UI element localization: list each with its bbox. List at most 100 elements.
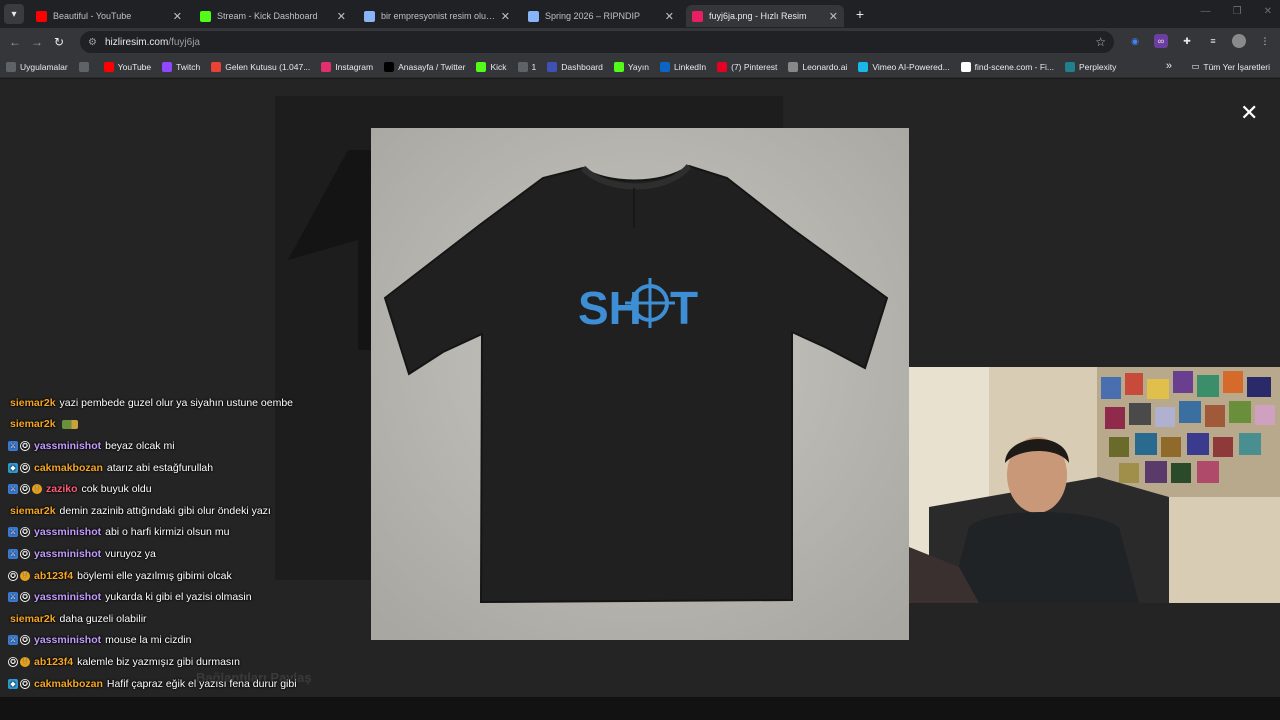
- chat-username[interactable]: ab123f4: [34, 656, 73, 668]
- tab-close-icon[interactable]: ✕: [501, 10, 510, 23]
- chat-username[interactable]: ab123f4: [34, 570, 73, 582]
- bookmark-item[interactable]: [78, 61, 93, 72]
- chat-username[interactable]: cakmakbozan: [34, 462, 103, 474]
- browser-tab[interactable]: fuyj6ja.png - Hızlı Resim ✕: [686, 5, 844, 27]
- profile-avatar[interactable]: [1232, 34, 1246, 48]
- browser-tab[interactable]: Stream - Kick Dashboard ✕: [194, 5, 352, 27]
- chevron-down-icon: ▾: [11, 8, 17, 20]
- chat-message: ⚔ ✪ yassminishot vuruyoz ya: [0, 543, 480, 565]
- tab-close-icon[interactable]: ✕: [665, 10, 674, 23]
- browser-tab[interactable]: Beautiful - YouTube ✕: [30, 5, 188, 27]
- chat-text: böylemi elle yazılmış gibimi olcak: [77, 569, 232, 582]
- tab-favicon-icon: [528, 10, 539, 22]
- perplexity-icon: [1065, 61, 1076, 72]
- verified-badge-icon: ✪: [20, 678, 30, 689]
- bookmark-item[interactable]: Vimeo AI-Powered...: [858, 61, 950, 72]
- kick-icon: [613, 61, 624, 72]
- chat-text: abi o harfi kirmizi olsun mu: [105, 526, 230, 539]
- browser-tab[interactable]: bir empresyonist resim oluştur ✕: [358, 5, 516, 27]
- bookmark-item[interactable]: Yayın: [613, 61, 649, 72]
- subscriber-badge-icon: !: [32, 484, 42, 495]
- bookmark-item[interactable]: Anasayfa / Twitter: [384, 61, 465, 72]
- bookmark-label: 1: [531, 61, 537, 72]
- new-tab-button[interactable]: +: [850, 4, 870, 24]
- chat-text: demin zazinib attığındaki gibi olur önde…: [59, 504, 271, 517]
- tab-search-button[interactable]: ▾: [4, 4, 24, 24]
- tab-close-icon[interactable]: ✕: [173, 10, 182, 23]
- bookmark-item[interactable]: Instagram: [321, 61, 373, 72]
- chat-username[interactable]: yassminishot: [34, 440, 101, 452]
- back-button[interactable]: ←: [4, 35, 26, 49]
- bookmark-item[interactable]: Perplexity: [1065, 61, 1116, 72]
- bookmark-label: LinkedIn: [673, 61, 707, 72]
- chat-username[interactable]: yassminishot: [34, 548, 101, 560]
- close-viewer-button[interactable]: ✕: [1240, 102, 1258, 124]
- x-icon: [384, 61, 395, 72]
- bookmark-item[interactable]: Dashboard: [547, 61, 603, 72]
- chat-username[interactable]: siemar2k: [10, 397, 56, 409]
- chat-text: kalemle biz yazmışız gibi durmasın: [77, 655, 240, 668]
- kick-icon: [476, 61, 487, 72]
- bookmark-item[interactable]: Gelen Kutusu (1.047...: [211, 61, 311, 72]
- window-controls: — ❐ ✕: [1201, 6, 1272, 17]
- chat-username[interactable]: yassminishot: [34, 591, 101, 603]
- chat-username[interactable]: siemar2k: [10, 505, 56, 517]
- stream-chat-overlay: siemar2k yazi pembede guzel olur ya siyah…: [0, 392, 480, 716]
- bookmark-item[interactable]: Kick: [476, 61, 507, 72]
- tab-favicon-icon: [364, 10, 375, 22]
- chat-message: ⚔ ✪ yassminishot beyaz olcak mi: [0, 435, 480, 457]
- browser-tab[interactable]: Spring 2026 – RIPNDIP ✕: [522, 5, 680, 27]
- bookmark-item[interactable]: 1: [517, 61, 537, 72]
- chat-text: atarız abi estağfurullah: [106, 461, 214, 474]
- bookmark-star-icon[interactable]: ☆: [1095, 35, 1106, 49]
- tab-title: bir empresyonist resim oluştur: [381, 11, 497, 21]
- chat-username[interactable]: yassminishot: [34, 526, 101, 538]
- kebab-menu-icon[interactable]: ⋮: [1258, 34, 1272, 48]
- chat-message: ⚔ ✪ yassminishot abi o harfi kirmizi olsun …: [0, 522, 480, 544]
- bookmark-item[interactable]: Twitch: [162, 61, 200, 72]
- chat-username[interactable]: siemar2k: [10, 418, 56, 430]
- bookmark-item[interactable]: Leonardo.ai: [788, 61, 847, 72]
- gun-emote-icon: [61, 419, 78, 429]
- forward-button[interactable]: →: [26, 35, 48, 49]
- tab-favicon-icon: [36, 10, 47, 22]
- gift-badge-icon: ◆: [8, 678, 18, 689]
- bookmark-item[interactable]: Uygulamalar: [6, 61, 68, 72]
- chat-message: ◆ ✪ cakmakbozan atarız abi estağfurullah: [0, 457, 480, 479]
- address-bar[interactable]: ⚙ hizliresim.com/fuyj6ja ☆: [80, 31, 1114, 53]
- restore-icon[interactable]: ❐: [1233, 6, 1242, 17]
- chat-username[interactable]: zaziko: [46, 483, 78, 495]
- all-bookmarks-button[interactable]: ▭ Tüm Yer İşaretleri: [1191, 61, 1270, 72]
- bookmark-label: Gelen Kutusu (1.047...: [225, 61, 311, 72]
- chat-username[interactable]: cakmakbozan: [34, 678, 103, 690]
- audio-extension-icon[interactable]: ◉: [1128, 34, 1142, 48]
- chat-message: siemar2k daha guzeli olabilir: [0, 608, 480, 630]
- tab-title: fuyj6ja.png - Hızlı Resim: [709, 11, 807, 21]
- close-window-icon[interactable]: ✕: [1264, 6, 1272, 17]
- bookmark-label: Kick: [490, 61, 507, 72]
- screen: ▾ Beautiful - YouTube ✕ Stream - Kick Dash…: [0, 0, 1280, 720]
- bookmark-item[interactable]: YouTube: [103, 61, 151, 72]
- site-info-icon[interactable]: ⚙: [88, 37, 97, 48]
- instagram-icon: [321, 61, 332, 72]
- chat-text: mouse la mi cizdin: [105, 634, 192, 647]
- chat-text: yukarda ki gibi el yazisi olmasin: [105, 591, 252, 604]
- bookmark-item[interactable]: (7) Pinterest: [717, 61, 777, 72]
- chat-username[interactable]: yassminishot: [34, 634, 101, 646]
- chat-username[interactable]: siemar2k: [10, 613, 56, 625]
- chat-text: daha guzeli olabilir: [59, 612, 147, 625]
- chat-message: ✪! ab123f4 kalemle biz yazmışız gibi durma…: [0, 651, 480, 673]
- bookmark-item[interactable]: LinkedIn: [659, 61, 707, 72]
- tab-close-icon[interactable]: ✕: [337, 10, 346, 23]
- puzzle-extensions-icon[interactable]: ✚: [1180, 34, 1194, 48]
- moderator-badge-icon: ⚔: [8, 592, 18, 603]
- bookmark-item[interactable]: find-scene.com - Fi...: [960, 61, 1054, 72]
- tab-favicon-icon: [692, 10, 703, 22]
- reload-button[interactable]: ↻: [48, 35, 70, 49]
- minimize-icon[interactable]: —: [1201, 6, 1211, 17]
- tab-close-icon[interactable]: ✕: [829, 10, 838, 23]
- reading-list-icon[interactable]: ≡: [1206, 34, 1220, 48]
- bookmarks-overflow-icon[interactable]: »: [1166, 60, 1172, 72]
- url-host: hizliresim.com: [104, 36, 169, 48]
- purple-extension-icon[interactable]: ∞: [1154, 34, 1168, 48]
